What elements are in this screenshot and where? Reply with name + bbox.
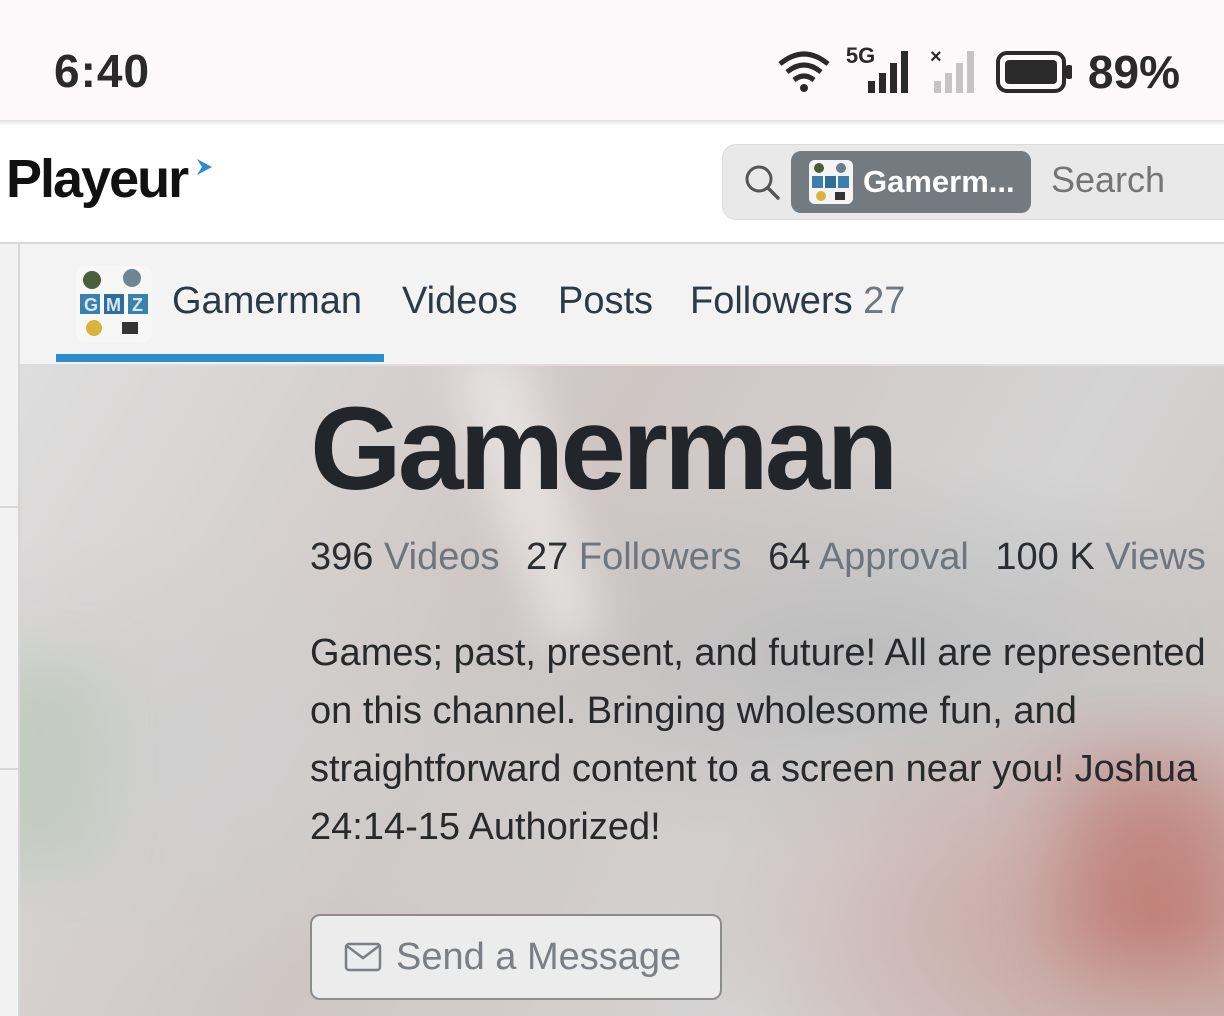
logo-text: Playe [6, 149, 139, 209]
stat-views-value: 100 K [995, 536, 1095, 578]
battery-percent: 89% [1087, 46, 1180, 98]
svg-text:M: M [106, 295, 121, 315]
channel-avatar-small [809, 160, 853, 204]
battery-icon [995, 51, 1072, 93]
logo-arrow-icon [197, 159, 212, 175]
channel-tab-bar: G M Z Gamerman Videos Posts Followers 27 [20, 244, 1224, 366]
clock: 6:40 [54, 45, 151, 97]
tab-followers-label: Followers [690, 280, 853, 322]
left-edge-panel [0, 244, 20, 1016]
channel-title: Gamerman [310, 383, 899, 515]
svg-text:G: G [84, 295, 98, 315]
channel-banner: Gamerman 396 Videos 27 Followers 64 Appr… [20, 366, 1224, 1016]
wifi-icon [778, 51, 830, 92]
channel-scope-chip[interactable]: Gamerm... [791, 151, 1031, 213]
signal-5g-icon: 5G [846, 43, 916, 97]
channel-avatar: G M Z [76, 266, 152, 342]
description-line: straightforward content to a screen near… [310, 748, 1198, 790]
stat-approval-label: Approval [818, 536, 969, 578]
search-icon[interactable] [743, 163, 781, 201]
status-icons: 5G × 89% [776, 43, 1180, 100]
channel-stats: 396 Videos 27 Followers 64 Approval 100 … [310, 536, 1222, 579]
signal-no-service-icon: × [930, 47, 974, 93]
send-message-label: Send a Message [396, 935, 682, 978]
active-tab-indicator [56, 354, 384, 362]
divider [0, 506, 18, 508]
app-header: Playeur Gamerm... [0, 126, 1224, 244]
stat-videos-label: Videos [383, 536, 500, 578]
stat-approval-value: 64 [768, 536, 811, 578]
tab-videos[interactable]: Videos [402, 280, 518, 323]
status-bar: 6:40 5G × 89% [0, 0, 1224, 120]
banner-background [20, 666, 100, 866]
description-line: on this channel. Bringing wholesome fun,… [310, 690, 1077, 732]
tab-posts[interactable]: Posts [558, 280, 653, 323]
search-bar[interactable]: Gamerm... [722, 144, 1224, 220]
stat-followers-label: Followers [578, 536, 742, 578]
mail-icon [344, 942, 382, 972]
description-line: 24:14-15 Authorized! [310, 806, 661, 848]
divider [0, 768, 18, 770]
svg-text:×: × [930, 47, 942, 68]
chip-label: Gamerm... [863, 164, 1015, 199]
followers-count-badge: 27 [863, 280, 906, 322]
send-message-button[interactable]: Send a Message [310, 914, 722, 1000]
search-input[interactable] [1051, 159, 1221, 201]
stat-views-label: Views [1105, 536, 1206, 578]
channel-description: Games; past, present, and future! All ar… [310, 624, 1224, 856]
stat-videos-value: 396 [310, 536, 374, 578]
stat-followers-value: 27 [526, 536, 569, 578]
svg-text:Z: Z [132, 295, 143, 315]
playeur-logo[interactable]: Playeur [6, 148, 189, 210]
tab-home[interactable]: Gamerman [172, 280, 362, 323]
description-line: Games; past, present, and future! All ar… [310, 632, 1206, 674]
logo-text-accent: ur [137, 149, 189, 209]
tab-followers[interactable]: Followers 27 [690, 280, 905, 323]
